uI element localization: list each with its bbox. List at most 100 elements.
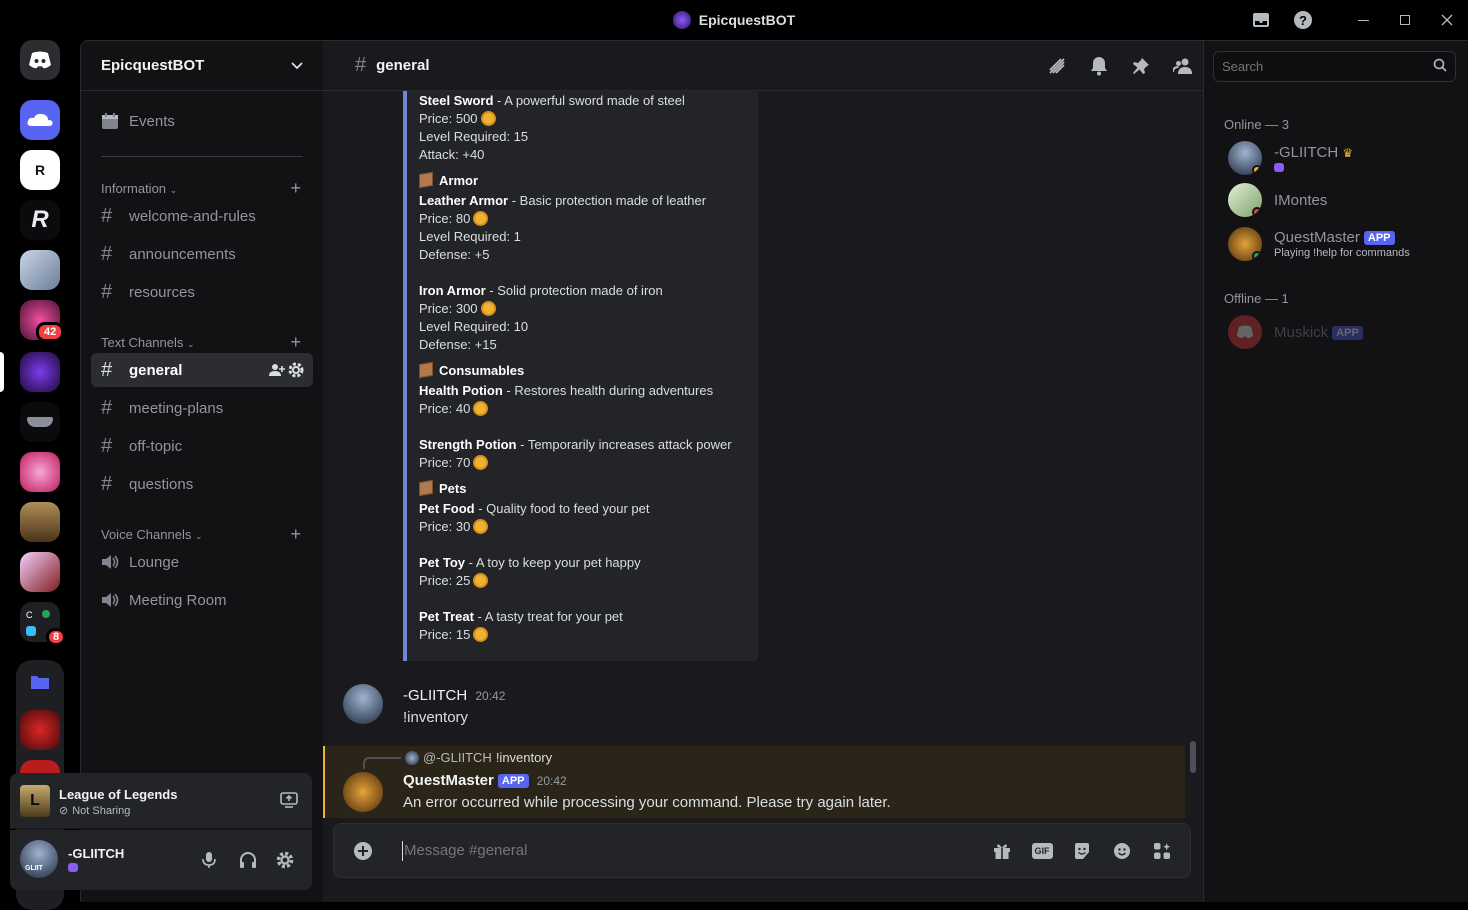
avatar[interactable] (343, 772, 383, 812)
item-desc: - Solid protection made of iron (485, 283, 663, 298)
item-name: Iron Armor (419, 283, 486, 298)
events-label: Events (129, 112, 175, 130)
member-list: Online — 3 -GLIITCH ♛ IMontes QuestMaste… (1203, 40, 1468, 902)
message-author[interactable]: QuestMaster (403, 772, 494, 789)
avatar[interactable]: GLIIT (20, 840, 58, 878)
add-channel-icon[interactable]: + (290, 332, 301, 353)
pin-icon[interactable] (1120, 41, 1162, 91)
invite-icon[interactable] (269, 363, 285, 381)
help-icon[interactable]: ? (1282, 0, 1324, 40)
online-status-icon (1252, 251, 1262, 261)
add-attachment-icon[interactable] (334, 823, 392, 878)
add-channel-icon[interactable]: + (290, 524, 301, 545)
discord-home-icon[interactable] (20, 40, 60, 80)
voice-channel-meeting-room[interactable]: Meeting Room (91, 583, 313, 617)
threads-icon[interactable] (1036, 41, 1078, 91)
item-desc: - A toy to keep your pet happy (465, 555, 641, 570)
package-icon (419, 171, 433, 189)
channel-meeting-plans[interactable]: # meeting-plans (91, 391, 313, 425)
reply-text[interactable]: !inventory (496, 750, 552, 765)
gear-icon[interactable] (288, 362, 304, 382)
category-text-channels[interactable]: Text Channels ⌄ + (101, 332, 301, 353)
hash-icon: # (101, 358, 113, 381)
minimize-icon[interactable] (1342, 0, 1384, 40)
headphones-icon[interactable] (239, 851, 257, 869)
channel-announcements[interactable]: # announcements (91, 237, 313, 271)
offline-heading: Offline — 1 (1224, 291, 1289, 306)
gift-icon[interactable] (982, 823, 1022, 878)
voice-channel-lounge[interactable]: Lounge (91, 545, 313, 579)
settings-gear-icon[interactable] (276, 851, 294, 869)
sticker-icon[interactable] (1062, 823, 1102, 878)
channel-resources[interactable]: # resources (91, 275, 313, 309)
item-stat: Defense: +15 (419, 337, 497, 352)
member-item[interactable]: QuestMaster APP Playing !help for command… (1228, 227, 1410, 261)
message-input[interactable] (403, 842, 982, 859)
speaker-icon (101, 554, 129, 570)
server-name: EpicquestBOT (101, 57, 205, 74)
server-header[interactable]: EpicquestBOT (81, 41, 323, 91)
channel-questions[interactable]: # questions (91, 467, 313, 501)
coin-icon (473, 627, 489, 642)
member-item[interactable]: Muskick APP (1228, 315, 1363, 349)
unread-badge: 42 (36, 322, 65, 342)
category-label: Text Channels (101, 335, 184, 350)
share-screen-icon[interactable] (280, 792, 298, 813)
server-cartoon-icon[interactable] (20, 452, 60, 492)
close-icon[interactable] (1426, 0, 1468, 40)
maximize-icon[interactable] (1384, 0, 1426, 40)
gif-icon[interactable]: GIF (1022, 823, 1062, 878)
gif-label: GIF (1031, 842, 1053, 859)
avatar[interactable] (343, 684, 383, 724)
notification-bell-icon[interactable] (1078, 41, 1120, 91)
events-item[interactable]: Events (91, 104, 313, 138)
server-red-icon[interactable] (20, 710, 60, 750)
sharing-status: Not Sharing (72, 804, 131, 817)
search-bar[interactable] (1213, 51, 1456, 82)
search-input[interactable] (1222, 59, 1412, 74)
message-text: !inventory (403, 709, 469, 726)
message[interactable]: -GLIITCH 20:42 !inventory (323, 679, 1183, 739)
chevron-down-icon: ⌄ (169, 185, 178, 195)
server-revolution-icon[interactable]: R (20, 150, 60, 190)
server-ship-icon[interactable] (20, 402, 60, 442)
emoji-icon[interactable] (1102, 823, 1142, 878)
server-epicquest-icon[interactable] (20, 352, 60, 392)
message-mention-highlight[interactable]: @-GLIITCH !inventory QuestMaster APP 20:4… (323, 746, 1185, 818)
member-item[interactable]: -GLIITCH ♛ (1228, 141, 1353, 175)
member-list-icon[interactable] (1162, 41, 1204, 91)
microphone-icon[interactable] (202, 851, 216, 869)
category-information[interactable]: Information ⌄ + (101, 178, 301, 199)
item-strength-potion: Strength Potion - Temporarily increases … (419, 436, 746, 472)
chat-scrollbar[interactable] (1190, 741, 1196, 773)
item-price: Price: 25 (419, 573, 471, 588)
category-voice-channels[interactable]: Voice Channels ⌄ + (101, 524, 301, 545)
member-item[interactable]: IMontes (1228, 183, 1327, 217)
server-r-icon[interactable]: R (20, 200, 60, 240)
inbox-icon[interactable] (1240, 0, 1282, 40)
item-name: Pet Treat (419, 609, 474, 624)
server-character-icon[interactable] (20, 552, 60, 592)
message-composer: GIF (333, 823, 1191, 878)
apps-icon[interactable] (1142, 823, 1182, 878)
add-channel-icon[interactable]: + (290, 178, 301, 199)
item-pet-food: Pet Food - Quality food to feed your pet… (419, 500, 746, 536)
reply-author[interactable]: @-GLIITCH (423, 750, 492, 765)
folder-icon[interactable] (30, 674, 50, 690)
title-bar: EpicquestBOT ? (0, 0, 1468, 40)
server-community-icon[interactable] (20, 502, 60, 542)
channel-off-topic[interactable]: # off-topic (91, 429, 313, 463)
avatar (1228, 227, 1262, 261)
item-name: Pet Toy (419, 555, 465, 570)
server-cloud-icon[interactable] (20, 100, 60, 140)
channel-welcome-and-rules[interactable]: # welcome-and-rules (91, 199, 313, 233)
server-folder-small-icon[interactable]: C 8 (20, 602, 67, 646)
message-author[interactable]: -GLIITCH (403, 687, 467, 704)
channel-general[interactable]: # general (91, 353, 313, 387)
message-timestamp: 20:42 (475, 689, 506, 703)
item-level: Level Required: 10 (419, 319, 529, 334)
item-desc: - A powerful sword made of steel (493, 93, 685, 108)
server-anime-icon[interactable] (20, 250, 60, 290)
server-games-icon[interactable]: 42 (20, 300, 65, 342)
channel-title: general (376, 57, 430, 74)
